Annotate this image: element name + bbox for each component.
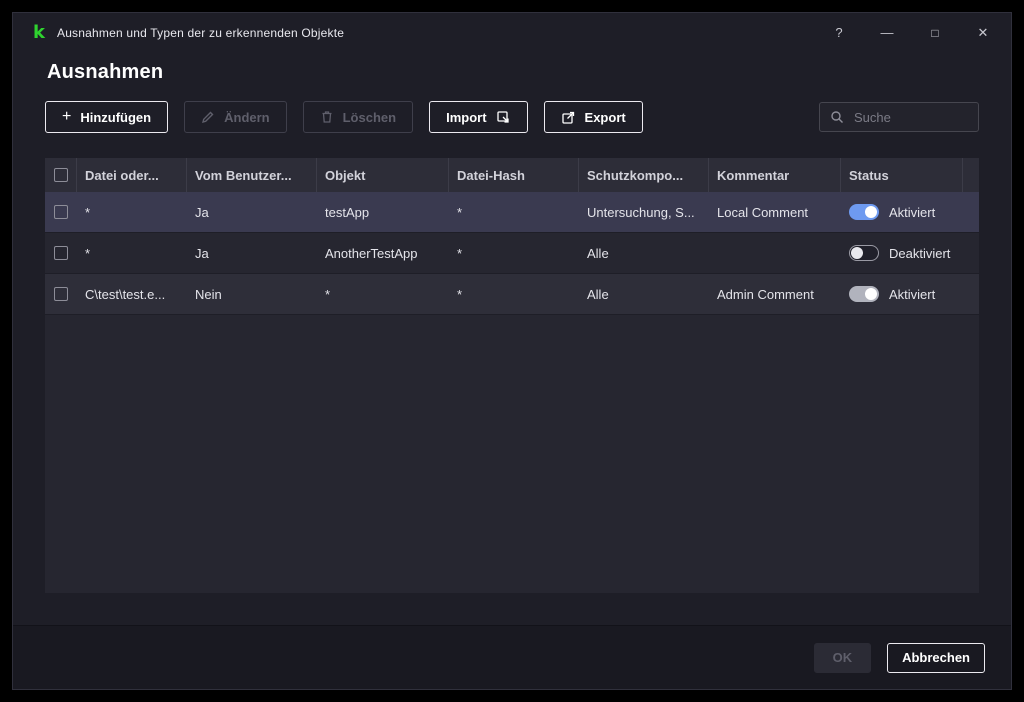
status-label: Aktiviert	[889, 286, 936, 302]
dialog-window: k Ausnahmen und Typen der zu erkennenden…	[12, 12, 1012, 690]
plus-icon: +	[62, 107, 72, 125]
cancel-button[interactable]: Abbrechen	[887, 642, 985, 673]
pencil-icon	[201, 110, 215, 124]
search-box	[819, 102, 979, 132]
row-checkbox[interactable]	[54, 205, 68, 219]
export-button[interactable]: Export	[543, 101, 643, 133]
import-button-label: Import	[446, 109, 487, 125]
cell-file: *	[85, 204, 91, 220]
add-button-label: Hinzufügen	[80, 109, 152, 125]
page-title: Ausnahmen	[47, 61, 164, 83]
row-checkbox[interactable]	[54, 287, 68, 301]
table-row[interactable]: * Ja testApp * Untersuchung, S... Local …	[45, 192, 979, 233]
table-header-row: Datei oder... Vom Benutzer... Objekt Dat…	[45, 158, 979, 192]
cell-file: C\test\test.e...	[85, 286, 166, 302]
titlebar: k Ausnahmen und Typen der zu erkennenden…	[13, 13, 1011, 53]
column-header-object[interactable]: Objekt	[317, 158, 449, 192]
column-header-filler	[963, 158, 979, 192]
cell-user: Nein	[195, 286, 222, 302]
cell-comment	[709, 233, 841, 273]
import-button[interactable]: Import	[429, 101, 528, 133]
column-header-user[interactable]: Vom Benutzer...	[187, 158, 317, 192]
dialog-footer: OK Abbrechen	[13, 625, 1011, 689]
close-button[interactable]: ✕	[975, 25, 991, 41]
cell-user: Ja	[195, 204, 209, 220]
column-header-comment[interactable]: Kommentar	[709, 158, 841, 192]
status-label: Aktiviert	[889, 204, 936, 220]
edit-button[interactable]: Ändern	[184, 101, 287, 133]
cell-object: testApp	[325, 204, 370, 220]
window-title: Ausnahmen und Typen der zu erkennenden O…	[56, 26, 345, 40]
status-toggle[interactable]	[849, 204, 879, 220]
cell-object: *	[325, 286, 331, 302]
minimize-button[interactable]: —	[879, 25, 895, 41]
table-row[interactable]: C\test\test.e... Nein * * Alle Admin Com…	[45, 274, 979, 315]
column-header-component[interactable]: Schutzkompo...	[579, 158, 709, 192]
delete-button[interactable]: Löschen	[302, 101, 414, 133]
column-header-hash[interactable]: Datei-Hash	[449, 158, 579, 192]
cell-comment: Local Comment	[717, 204, 809, 220]
column-header-status[interactable]: Status	[841, 158, 963, 192]
export-button-label: Export	[584, 109, 626, 125]
status-label: Deaktiviert	[889, 245, 951, 261]
select-all-checkbox[interactable]	[53, 168, 68, 182]
cell-hash: *	[457, 245, 463, 261]
cell-hash: *	[457, 286, 463, 302]
export-icon	[561, 110, 576, 125]
cell-file: *	[85, 245, 91, 261]
maximize-button[interactable]: □	[927, 25, 943, 41]
help-button[interactable]: ?	[831, 25, 847, 41]
status-toggle[interactable]	[849, 245, 879, 261]
status-toggle[interactable]	[849, 286, 879, 302]
kaspersky-logo-icon: k	[33, 22, 45, 43]
exclusions-table: Datei oder... Vom Benutzer... Objekt Dat…	[45, 158, 979, 593]
search-input[interactable]	[852, 108, 968, 126]
import-icon	[496, 110, 511, 125]
search-icon	[830, 110, 844, 124]
select-all-cell	[45, 158, 77, 192]
cell-hash: *	[457, 204, 463, 220]
cell-component: Alle	[587, 286, 609, 302]
column-header-file[interactable]: Datei oder...	[77, 158, 187, 192]
edit-button-label: Ändern	[224, 109, 270, 125]
row-checkbox[interactable]	[54, 246, 68, 260]
ok-button[interactable]: OK	[813, 642, 872, 673]
window-controls: ? — □ ✕	[831, 25, 991, 41]
add-button[interactable]: + Hinzufügen	[45, 101, 169, 133]
table-empty-area	[45, 315, 979, 593]
delete-button-label: Löschen	[342, 109, 397, 125]
cell-comment: Admin Comment	[717, 286, 814, 302]
cell-object: AnotherTestApp	[325, 245, 418, 261]
cell-component: Untersuchung, S...	[587, 204, 695, 220]
table-row[interactable]: * Ja AnotherTestApp * Alle Deaktiviert	[45, 233, 979, 274]
cell-component: Alle	[587, 245, 609, 261]
toolbar: + Hinzufügen Ändern Löschen Import Expor…	[45, 101, 979, 133]
cell-user: Ja	[195, 245, 209, 261]
trash-icon	[320, 110, 334, 124]
